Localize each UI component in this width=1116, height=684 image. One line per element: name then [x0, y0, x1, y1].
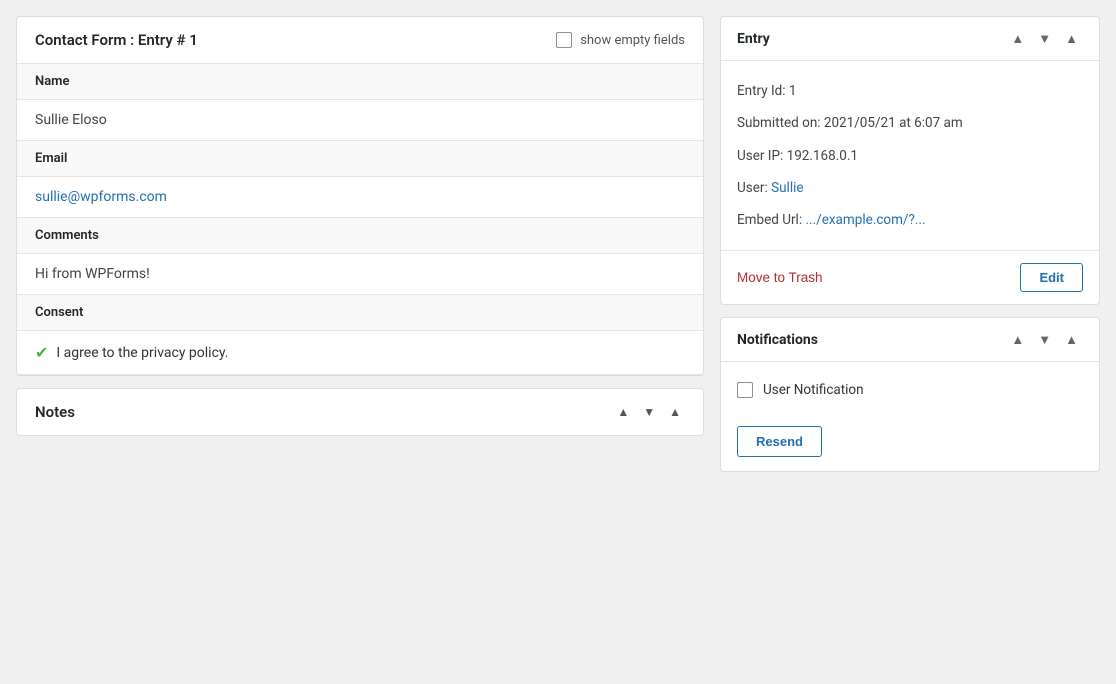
notes-header: Notes ▲ ▼ ▲	[17, 389, 703, 435]
field-email-block: Email sullie@wpforms.com	[17, 141, 703, 218]
field-comments-label: Comments	[17, 218, 703, 254]
entry-widget-controls: ▲ ▼ ▲	[1006, 29, 1083, 48]
consent-text: I agree to the privacy policy.	[56, 345, 228, 361]
field-email-value: sullie@wpforms.com	[17, 177, 703, 217]
notes-card: Notes ▲ ▼ ▲	[16, 388, 704, 436]
notifications-widget-controls: ▲ ▼ ▲	[1006, 330, 1083, 349]
user-ip-row: User IP: 192.168.0.1	[737, 140, 1083, 172]
user-link[interactable]: Sullie	[771, 180, 803, 196]
field-consent-block: Consent ✔ I agree to the privacy policy.	[17, 295, 703, 375]
consent-checkmark-icon: ✔	[35, 343, 48, 362]
notifications-collapse-button[interactable]: ▲	[1060, 330, 1083, 349]
field-consent-label: Consent	[17, 295, 703, 331]
notes-sort-up-button[interactable]: ▲	[613, 403, 633, 421]
show-empty-fields-label[interactable]: show empty fields	[556, 32, 685, 48]
entry-id-row: Entry Id: 1	[737, 75, 1083, 107]
edit-button[interactable]: Edit	[1020, 263, 1083, 292]
notifications-widget: Notifications ▲ ▼ ▲ User Notification Re…	[720, 317, 1100, 472]
resend-button[interactable]: Resend	[737, 426, 822, 457]
notifications-up-button[interactable]: ▲	[1006, 330, 1029, 349]
entry-widget-header: Entry ▲ ▼ ▲	[721, 17, 1099, 61]
user-notification-item: User Notification	[737, 376, 1083, 404]
notes-title: Notes	[35, 403, 75, 421]
field-comments-block: Comments Hi from WPForms!	[17, 218, 703, 295]
field-name-label: Name	[17, 64, 703, 100]
entry-widget-up-button[interactable]: ▲	[1006, 29, 1029, 48]
submitted-on-row: Submitted on: 2021/05/21 at 6:07 am	[737, 107, 1083, 139]
user-label: User:	[737, 180, 771, 196]
embed-url-row: Embed Url: .../example.com/?...	[737, 204, 1083, 236]
entry-card: Contact Form : Entry # 1 show empty fiel…	[16, 16, 704, 376]
move-to-trash-button[interactable]: Move to Trash	[737, 270, 823, 285]
user-notification-checkbox[interactable]	[737, 382, 753, 398]
notifications-widget-header: Notifications ▲ ▼ ▲	[721, 318, 1099, 362]
right-panel: Entry ▲ ▼ ▲ Entry Id: 1 Submitted on: 20…	[720, 16, 1100, 668]
entry-widget-title: Entry	[737, 31, 770, 47]
show-empty-fields-checkbox[interactable]	[556, 32, 572, 48]
notes-sort-down-button[interactable]: ▼	[639, 403, 659, 421]
notifications-widget-title: Notifications	[737, 332, 818, 348]
user-row: User: Sullie	[737, 172, 1083, 204]
entry-card-title: Contact Form : Entry # 1	[35, 31, 198, 49]
entry-card-header: Contact Form : Entry # 1 show empty fiel…	[17, 17, 703, 64]
notes-sort-up2-button[interactable]: ▲	[665, 403, 685, 421]
embed-url-label: Embed Url:	[737, 212, 805, 228]
entry-widget-down-button[interactable]: ▼	[1033, 29, 1056, 48]
field-name-block: Name Sullie Eloso	[17, 64, 703, 141]
notifications-down-button[interactable]: ▼	[1033, 330, 1056, 349]
field-name-value: Sullie Eloso	[17, 100, 703, 140]
show-empty-fields-text: show empty fields	[580, 33, 685, 48]
entry-widget-collapse-button[interactable]: ▲	[1060, 29, 1083, 48]
notes-sort-controls: ▲ ▼ ▲	[613, 403, 685, 421]
notifications-body: User Notification	[721, 362, 1099, 418]
field-consent-value: ✔ I agree to the privacy policy.	[17, 331, 703, 374]
left-panel: Contact Form : Entry # 1 show empty fiel…	[16, 16, 704, 668]
entry-widget: Entry ▲ ▼ ▲ Entry Id: 1 Submitted on: 20…	[720, 16, 1100, 305]
email-link[interactable]: sullie@wpforms.com	[35, 189, 167, 205]
embed-url-link[interactable]: .../example.com/?...	[805, 212, 925, 228]
field-email-label: Email	[17, 141, 703, 177]
field-comments-value: Hi from WPForms!	[17, 254, 703, 294]
user-notification-label: User Notification	[763, 382, 864, 398]
entry-widget-body: Entry Id: 1 Submitted on: 2021/05/21 at …	[721, 61, 1099, 250]
entry-widget-actions: Move to Trash Edit	[721, 250, 1099, 304]
